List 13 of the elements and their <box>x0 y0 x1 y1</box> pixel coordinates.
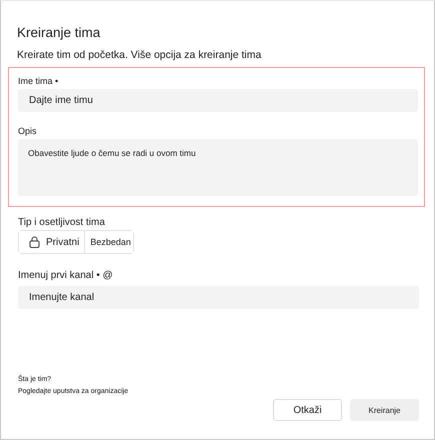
team-name-field[interactable]: Dajte ime timu <box>18 89 418 112</box>
field-label: Imenuj prvi kanal • @ <box>18 270 114 281</box>
create-button[interactable]: Kreiranje <box>350 399 419 421</box>
cancel-button[interactable]: Otkaži <box>273 399 342 421</box>
channel-name-field[interactable]: Imenujte kanal <box>18 286 419 309</box>
sensitivity-button[interactable]: Bezbedan <box>84 231 133 253</box>
field-label: Ime tima • <box>18 76 60 86</box>
dialog-subtitle: Kreirate tim od početka. Više opcija za kreiranje tima <box>17 49 262 61</box>
field-label: Opis <box>18 126 38 136</box>
description-field[interactable]: Obavestite ljude o čemu se radi u ovom timu <box>18 139 418 196</box>
field-label: Tip i osetljivost tima <box>18 217 106 228</box>
lock-icon <box>29 236 40 248</box>
dialog-title: Kreiranje tima <box>17 25 102 40</box>
